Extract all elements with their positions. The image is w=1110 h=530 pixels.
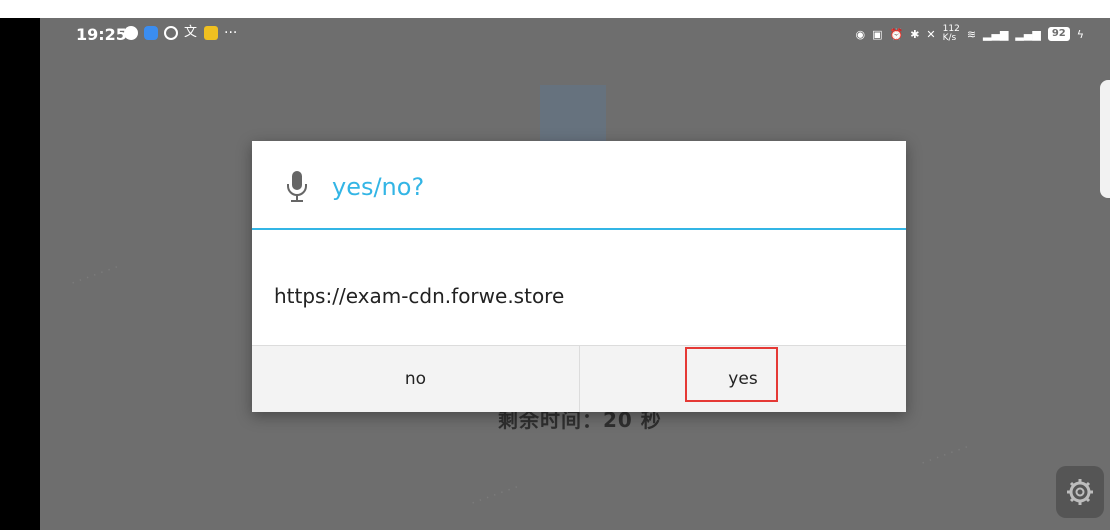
yellow-app-icon xyxy=(204,26,218,40)
more-notifications: ··· xyxy=(224,25,238,41)
nfc-icon: ▣ xyxy=(872,27,883,41)
notification-icons: 文 ··· xyxy=(124,26,237,40)
status-bar: 19:25 文 ··· ◉ ▣ ⏰ ✱ ✕ 112 K/s ≋ ▂▄▆ ▂▄▆ … xyxy=(40,18,1110,52)
chat-bubble-icon xyxy=(124,26,138,40)
net-speed-unit: K/s xyxy=(942,33,957,43)
dialog-title: yes/no? xyxy=(332,173,425,201)
settings-button[interactable] xyxy=(1056,466,1104,518)
status-time: 19:25 xyxy=(76,25,127,44)
no-button[interactable]: no xyxy=(252,346,579,412)
mute-icon: ✕ xyxy=(926,27,936,41)
charging-icon: ϟ xyxy=(1076,27,1084,41)
circle-app-icon xyxy=(164,26,178,40)
alarm-icon: ⏰ xyxy=(889,27,904,41)
dialog-header: yes/no? xyxy=(252,141,906,228)
eye-icon: ◉ xyxy=(855,27,866,41)
signal-icon-1: ▂▄▆ xyxy=(983,27,1009,41)
battery-icon: 92 xyxy=(1047,27,1070,41)
app-notification-icon xyxy=(144,26,158,40)
watermark: · · · · · · · xyxy=(469,479,521,511)
microphone-icon xyxy=(287,171,307,202)
phone-screen: 19:25 文 ··· ◉ ▣ ⏰ ✱ ✕ 112 K/s ≋ ▂▄▆ ▂▄▆ … xyxy=(40,18,1110,530)
bluetooth-icon: ✱ xyxy=(910,27,920,41)
watermark: · · · · · · · xyxy=(919,439,971,471)
gear-icon xyxy=(1067,479,1093,505)
left-bezel xyxy=(0,18,40,530)
side-panel-handle[interactable] xyxy=(1100,80,1110,198)
title-divider xyxy=(252,228,906,230)
yes-button[interactable]: yes xyxy=(580,346,906,412)
dialog-message: https://exam-cdn.forwe.store xyxy=(274,284,565,308)
watermark: · · · · · · · xyxy=(69,259,121,291)
translate-icon: 文 xyxy=(184,25,198,40)
system-status-icons: ◉ ▣ ⏰ ✱ ✕ 112 K/s ≋ ▂▄▆ ▂▄▆ 92 ϟ xyxy=(855,25,1084,43)
confirm-dialog: yes/no? https://exam-cdn.forwe.store no … xyxy=(252,141,906,412)
signal-icon-2: ▂▄▆ xyxy=(1015,27,1041,41)
wifi-icon: ≋ xyxy=(966,27,977,41)
net-speed: 112 K/s xyxy=(943,25,960,43)
